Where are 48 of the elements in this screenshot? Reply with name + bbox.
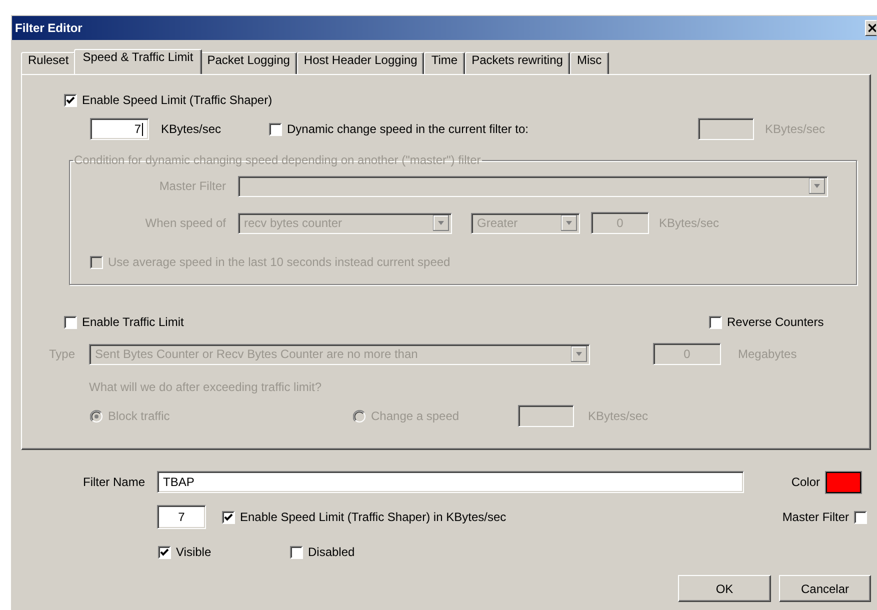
- checkbox[interactable]: [269, 122, 282, 136]
- unit-label: KBytes/sec: [659, 216, 720, 230]
- checkbox[interactable]: [158, 546, 171, 558]
- tab[interactable]: Packet Logging: [200, 52, 297, 74]
- tab[interactable]: Host Header Logging: [296, 52, 424, 74]
- checkbox-label: Enable Traffic Limit: [82, 315, 184, 329]
- checkbox[interactable]: [854, 510, 867, 524]
- checkbox-label: Reverse Counters: [727, 315, 824, 329]
- checkbox[interactable]: [222, 510, 235, 524]
- checkbox-label: Enable Speed Limit (Traffic Shaper) in KBytes/sec: [240, 510, 506, 524]
- color-swatch[interactable]: [826, 472, 861, 492]
- field-label: Color: [791, 475, 820, 489]
- input-field[interactable]: 7: [90, 118, 149, 140]
- dropdown-arrow-icon[interactable]: [433, 215, 449, 231]
- tab[interactable]: Speed & Traffic Limit: [74, 49, 202, 74]
- checkbox[interactable]: [64, 94, 77, 106]
- tab[interactable]: Packets rewriting: [464, 52, 570, 74]
- question-text: What will we do after exceeding traffic limit?: [89, 380, 322, 394]
- checkbox-label: Dynamic change speed in the current filter to:: [287, 122, 528, 136]
- input-field[interactable]: 7: [157, 505, 206, 529]
- dropdown-arrow-icon[interactable]: [561, 215, 577, 231]
- checkbox-label: Visible: [176, 545, 212, 559]
- window-title: Filter Editor: [14, 21, 82, 35]
- tab[interactable]: Misc: [570, 52, 609, 74]
- tab[interactable]: Time: [424, 52, 465, 74]
- cancel-button[interactable]: Cancelar: [779, 575, 871, 602]
- dropdown-arrow-icon[interactable]: [809, 178, 825, 194]
- unit-label: KBytes/sec: [765, 122, 826, 136]
- checkbox-label: Master Filter: [782, 510, 849, 524]
- checkbox[interactable]: [290, 546, 303, 558]
- radio-label: Change a speed: [371, 409, 460, 423]
- checkbox-label: Use average speed in the last 10 seconds instead current speed: [108, 255, 450, 269]
- unit-label: Megabytes: [738, 347, 797, 361]
- radio-label: Block traffic: [108, 409, 170, 423]
- checkbox-label: Enable Speed Limit (Traffic Shaper): [82, 93, 272, 107]
- ok-button[interactable]: OK: [678, 575, 771, 602]
- checkbox-label: Disabled: [308, 545, 355, 559]
- group-title: Condition for dynamic changing speed depending on another ("master") filter: [73, 153, 482, 167]
- input-field[interactable]: [518, 405, 574, 427]
- unit-label: KBytes/sec: [161, 122, 222, 136]
- field-label: Filter Name: [82, 475, 145, 489]
- field-label: Master Filter: [159, 179, 226, 193]
- unit-label: KBytes/sec: [588, 409, 648, 423]
- field-label: Type: [49, 347, 76, 361]
- input-field[interactable]: TBAP: [157, 471, 744, 493]
- field-label: When speed of: [145, 216, 226, 230]
- close-button[interactable]: [865, 20, 877, 36]
- tab[interactable]: Ruleset: [21, 52, 76, 74]
